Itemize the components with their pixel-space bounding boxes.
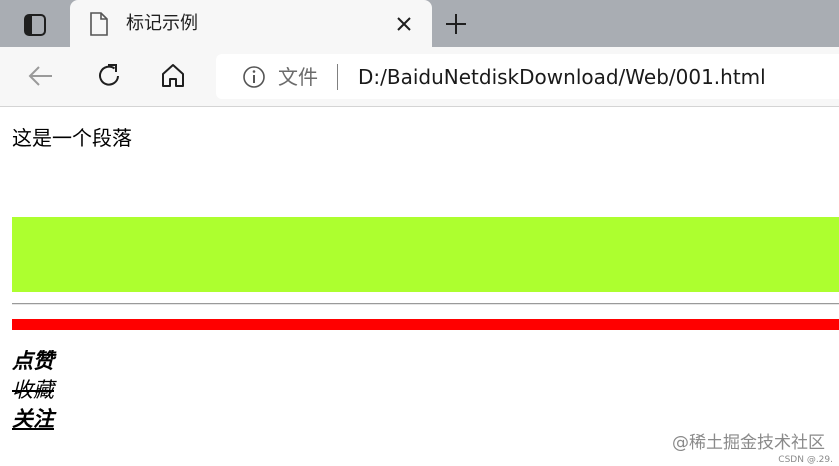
info-icon[interactable] bbox=[241, 64, 267, 90]
tab-active[interactable]: 标记示例 bbox=[70, 0, 432, 47]
navigation-toolbar: 文件 D:/BaiduNetdiskDownload/Web/001.html bbox=[0, 47, 839, 106]
csdn-watermark: CSDN @.29. bbox=[778, 455, 833, 465]
close-icon[interactable] bbox=[393, 13, 415, 35]
paragraph: 这是一个段落 bbox=[12, 126, 132, 150]
url-text[interactable]: D:/BaiduNetdiskDownload/Web/001.html bbox=[358, 63, 766, 91]
red-rule bbox=[12, 319, 839, 330]
back-arrow-icon[interactable] bbox=[25, 60, 57, 92]
tab-strip: 标记示例 bbox=[0, 0, 839, 47]
page-content: 这是一个段落 点赞 收藏 关注 @稀土掘金技术社区 CSDN @.29. bbox=[0, 107, 839, 466]
watermark: @稀土掘金技术社区 bbox=[672, 433, 825, 453]
horizontal-rule bbox=[12, 303, 839, 305]
address-divider bbox=[337, 64, 338, 90]
green-block bbox=[12, 217, 839, 292]
tab-title: 标记示例 bbox=[126, 13, 198, 34]
home-icon[interactable] bbox=[157, 60, 189, 92]
address-bar[interactable]: 文件 D:/BaiduNetdiskDownload/Web/001.html bbox=[216, 54, 839, 99]
tab-actions-icon[interactable] bbox=[22, 12, 48, 38]
action-list: 点赞 收藏 关注 bbox=[12, 347, 54, 434]
page-icon bbox=[89, 12, 109, 36]
like-text: 点赞 bbox=[12, 349, 54, 373]
plus-icon[interactable] bbox=[442, 10, 470, 38]
file-scheme-label: 文件 bbox=[278, 65, 318, 89]
favorite-text: 收藏 bbox=[12, 378, 54, 402]
follow-text: 关注 bbox=[12, 407, 54, 431]
reload-icon[interactable] bbox=[93, 60, 125, 92]
